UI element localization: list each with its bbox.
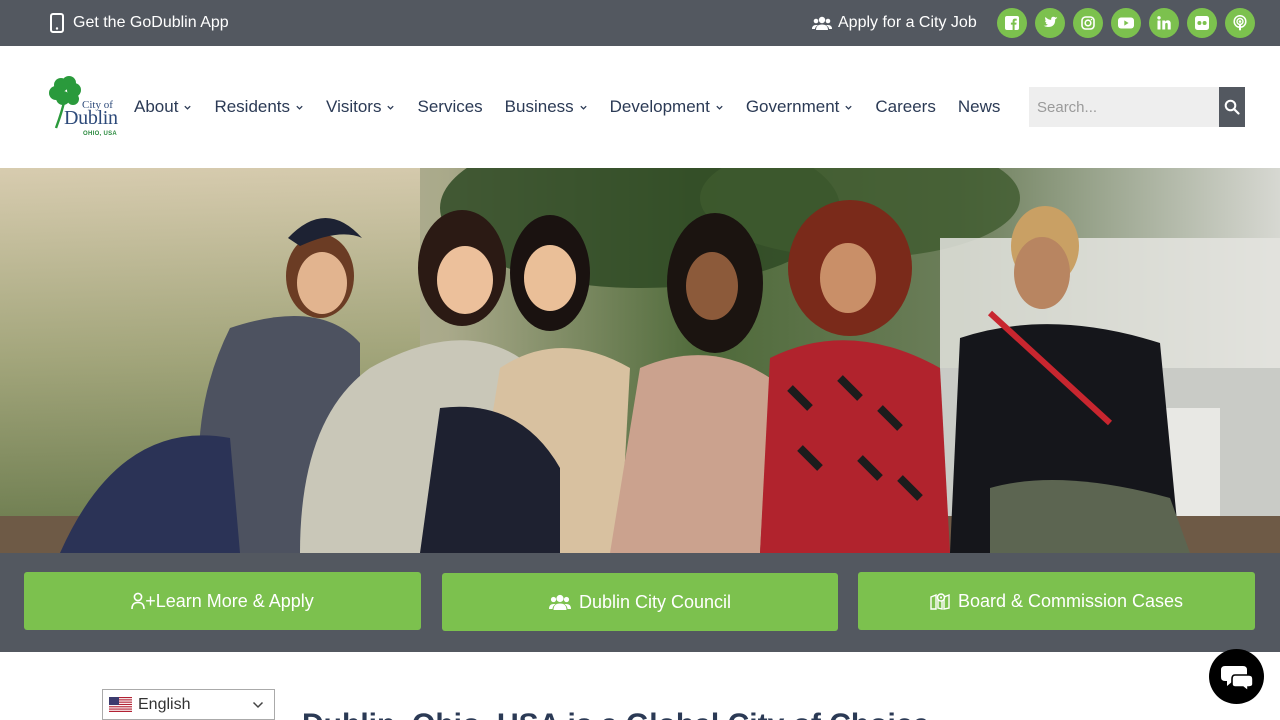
language-label: English xyxy=(138,695,191,713)
search-button[interactable] xyxy=(1219,87,1245,127)
language-selector[interactable]: English xyxy=(102,689,275,720)
cta-strip: +Learn More & Apply Dublin City Council … xyxy=(0,553,1280,652)
nav-item-residents[interactable]: Residents xyxy=(214,97,304,117)
utility-bar: Get the GoDublin App Apply for a City Jo… xyxy=(0,0,1280,46)
hero-photo-illustration xyxy=(0,168,1280,553)
nav-item-business[interactable]: Business xyxy=(505,97,588,117)
nav-item-news[interactable]: News xyxy=(958,97,1001,117)
nav-item-visitors[interactable]: Visitors xyxy=(326,97,395,117)
nav-label: Services xyxy=(417,97,483,116)
map-marked-icon xyxy=(930,593,950,610)
chevron-down-icon xyxy=(252,701,264,709)
podcast-icon[interactable] xyxy=(1225,8,1255,38)
get-app-label: Get the GoDublin App xyxy=(73,14,229,31)
learn-more-apply-label: +Learn More & Apply xyxy=(145,590,314,611)
search-input[interactable] xyxy=(1029,87,1219,127)
youtube-icon[interactable] xyxy=(1111,8,1141,38)
site-header: City of Dublin OHIO, USA About Residents… xyxy=(0,46,1280,168)
board-commission-cases-button[interactable]: Board & Commission Cases xyxy=(858,572,1255,630)
dublin-city-council-button[interactable]: Dublin City Council xyxy=(442,573,838,631)
apply-city-job-label: Apply for a City Job xyxy=(838,14,977,31)
chevron-down-icon xyxy=(387,105,395,110)
chevron-down-icon xyxy=(716,105,723,110)
nav-item-development[interactable]: Development xyxy=(610,97,724,117)
search-icon xyxy=(1224,99,1240,115)
nav-label: News xyxy=(957,97,1001,116)
mobile-phone-icon xyxy=(50,13,64,33)
learn-more-apply-button[interactable]: +Learn More & Apply xyxy=(24,572,421,630)
chevron-down-icon xyxy=(296,105,303,110)
user-plus-icon xyxy=(131,592,145,610)
linkedin-icon[interactable] xyxy=(1149,8,1179,38)
main-nav: About Residents Visitors Services Busine… xyxy=(134,46,1022,168)
nav-label: Business xyxy=(504,97,574,116)
nav-label: About xyxy=(134,97,179,116)
chat-button[interactable] xyxy=(1209,649,1264,704)
nav-item-government[interactable]: Government xyxy=(746,97,854,117)
flickr-icon[interactable] xyxy=(1187,8,1217,38)
nav-label: Development xyxy=(609,97,710,116)
nav-label: Visitors xyxy=(326,97,382,116)
search-box xyxy=(1029,87,1245,127)
chevron-down-icon xyxy=(845,105,853,110)
get-app-link[interactable]: Get the GoDublin App xyxy=(50,0,229,46)
nav-item-about[interactable]: About xyxy=(134,97,192,117)
us-flag-icon xyxy=(109,697,132,712)
facebook-icon[interactable] xyxy=(997,8,1027,38)
instagram-icon[interactable] xyxy=(1073,8,1103,38)
chat-bubble-icon xyxy=(1220,665,1253,691)
chevron-down-icon xyxy=(184,105,192,110)
chevron-down-icon xyxy=(580,105,587,110)
city-logo[interactable]: City of Dublin OHIO, USA xyxy=(48,76,122,140)
section-heading: Dublin, Ohio, USA is a Global City of Ch… xyxy=(302,708,929,720)
nav-label: Government xyxy=(745,97,840,116)
hero-image xyxy=(0,168,1280,553)
apply-city-job-link[interactable]: Apply for a City Job xyxy=(812,0,977,46)
logo-dublin: Dublin xyxy=(64,107,118,129)
users-icon xyxy=(548,594,571,610)
dublin-city-council-label: Dublin City Council xyxy=(578,591,732,612)
users-icon xyxy=(812,16,832,30)
twitter-icon[interactable] xyxy=(1035,8,1065,38)
nav-item-services[interactable]: Services xyxy=(417,97,482,117)
nav-label: Residents xyxy=(214,97,291,116)
social-links xyxy=(997,8,1255,38)
board-commission-cases-label: Board & Commission Cases xyxy=(957,590,1184,611)
nav-item-careers[interactable]: Careers xyxy=(875,97,935,117)
nav-label: Careers xyxy=(875,97,936,116)
logo-ohio-usa: OHIO, USA xyxy=(83,131,118,137)
